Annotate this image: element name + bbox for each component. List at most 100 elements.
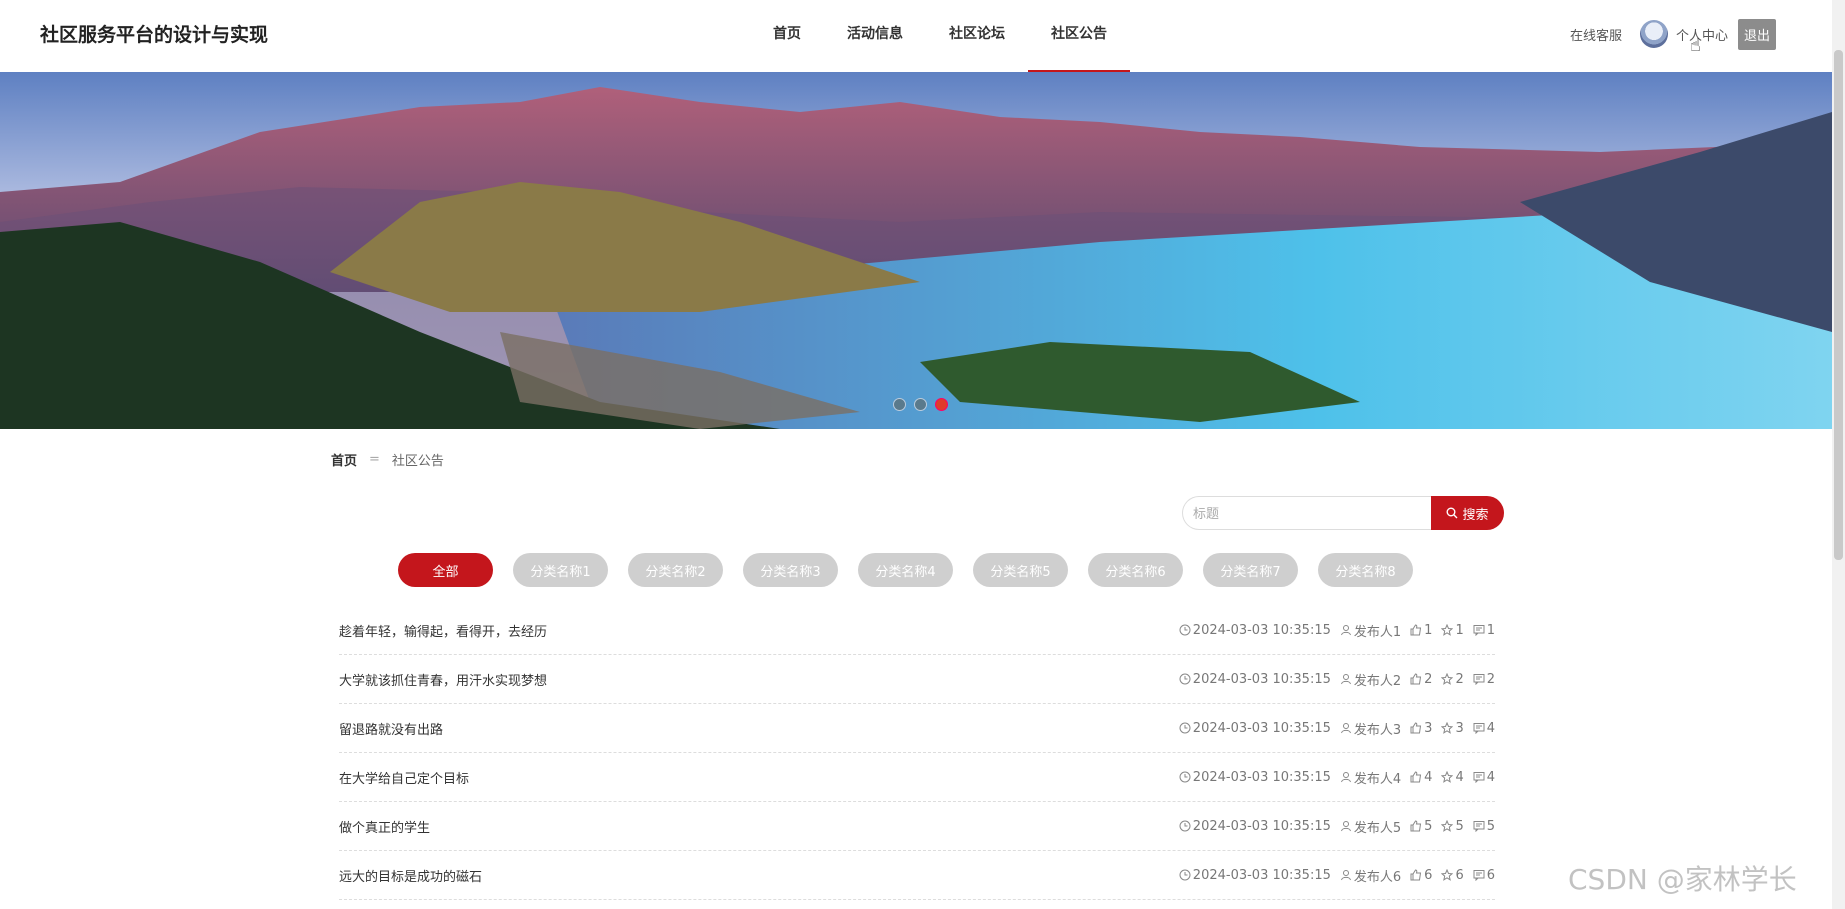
item-likes: 6 xyxy=(1424,867,1433,883)
star-icon xyxy=(1441,771,1454,783)
profile-center-label: 个人中心 xyxy=(1676,28,1729,44)
nav-item-activities[interactable]: 活动信息 xyxy=(824,0,926,72)
item-author: 发布人3 xyxy=(1353,722,1402,738)
carousel-dots xyxy=(893,398,948,411)
item-time: 2024-03-03 10:35:15 xyxy=(1192,622,1331,638)
category-7[interactable]: 分类名称7 xyxy=(1203,553,1298,587)
item-favorites: 2 xyxy=(1455,671,1464,687)
search-input[interactable] xyxy=(1182,496,1431,530)
thumbs-up-icon xyxy=(1410,771,1422,783)
breadcrumb-home[interactable]: 首页 xyxy=(331,450,357,469)
item-time: 2024-03-03 10:35:15 xyxy=(1192,818,1331,834)
item-favorites: 3 xyxy=(1455,720,1464,736)
list-item[interactable]: 趁着年轻，输得起，看得开，去经历 2024-03-03 10:35:15 发布人… xyxy=(339,606,1495,655)
item-title[interactable]: 大学就该抓住青春，用汗水实现梦想 xyxy=(339,670,547,689)
item-author: 发布人4 xyxy=(1353,771,1402,787)
nav-item-forum[interactable]: 社区论坛 xyxy=(926,0,1028,72)
star-icon xyxy=(1441,722,1454,734)
search-button-label: 搜索 xyxy=(1462,507,1489,523)
thumbs-up-icon xyxy=(1410,820,1422,832)
category-5[interactable]: 分类名称5 xyxy=(973,553,1068,587)
item-meta: 2024-03-03 10:35:15 发布人6 6 6 6 xyxy=(1179,866,1495,885)
header-tools: 在线客服 个人中心 ☝ 退出 xyxy=(1570,16,1777,56)
thumbs-up-icon xyxy=(1410,722,1422,734)
clock-icon xyxy=(1179,722,1191,734)
profile-center-link[interactable]: 个人中心 ☝ xyxy=(1676,25,1729,56)
item-author: 发布人1 xyxy=(1353,624,1402,640)
list-item[interactable]: 大学就该抓住青春，用汗水实现梦想 2024-03-03 10:35:15 发布人… xyxy=(339,655,1495,704)
carousel-dot-2[interactable] xyxy=(914,398,927,411)
scrollbar-thumb[interactable] xyxy=(1834,50,1843,560)
nav-item-home[interactable]: 首页 xyxy=(750,0,824,72)
search-bar: 搜索 xyxy=(1182,496,1504,530)
breadcrumb-separator: = xyxy=(369,452,380,467)
pointer-cursor-icon: ☝ xyxy=(1690,34,1701,56)
category-filter: 全部 分类名称1 分类名称2 分类名称3 分类名称4 分类名称5 分类名称6 分… xyxy=(398,553,1413,587)
top-header: 社区服务平台的设计与实现 首页 活动信息 社区论坛 社区公告 在线客服 个人中心… xyxy=(0,0,1832,73)
user-icon xyxy=(1340,772,1351,783)
item-author: 发布人6 xyxy=(1353,869,1402,885)
item-time: 2024-03-03 10:35:15 xyxy=(1192,720,1331,736)
item-likes: 5 xyxy=(1424,818,1433,834)
item-comments: 1 xyxy=(1486,622,1495,638)
user-icon xyxy=(1340,870,1351,881)
item-likes: 4 xyxy=(1424,769,1433,785)
item-time: 2024-03-03 10:35:15 xyxy=(1192,769,1331,785)
carousel-dot-3[interactable] xyxy=(935,398,948,411)
category-6[interactable]: 分类名称6 xyxy=(1088,553,1183,587)
category-3[interactable]: 分类名称3 xyxy=(743,553,838,587)
star-icon xyxy=(1441,820,1454,832)
carousel-dot-1[interactable] xyxy=(893,398,906,411)
category-4[interactable]: 分类名称4 xyxy=(858,553,953,587)
user-icon xyxy=(1340,821,1351,832)
item-time: 2024-03-03 10:35:15 xyxy=(1192,671,1331,687)
list-item[interactable]: 留退路就没有出路 2024-03-03 10:35:15 发布人3 3 3 4 xyxy=(339,704,1495,753)
comment-icon xyxy=(1473,821,1485,832)
clock-icon xyxy=(1179,771,1191,783)
category-1[interactable]: 分类名称1 xyxy=(513,553,608,587)
category-2[interactable]: 分类名称2 xyxy=(628,553,723,587)
comment-icon xyxy=(1473,870,1485,881)
search-button[interactable]: 搜索 xyxy=(1431,496,1504,530)
online-service-link[interactable]: 在线客服 xyxy=(1570,25,1622,44)
comment-icon xyxy=(1473,772,1485,783)
clock-icon xyxy=(1179,820,1191,832)
item-favorites: 5 xyxy=(1455,818,1464,834)
avatar[interactable] xyxy=(1640,20,1669,48)
item-meta: 2024-03-03 10:35:15 发布人4 4 4 4 xyxy=(1179,768,1495,787)
item-comments: 4 xyxy=(1486,769,1495,785)
item-title[interactable]: 留退路就没有出路 xyxy=(339,719,443,738)
item-title[interactable]: 在大学给自己定个目标 xyxy=(339,768,469,787)
item-favorites: 6 xyxy=(1455,867,1464,883)
announcement-list: 趁着年轻，输得起，看得开，去经历 2024-03-03 10:35:15 发布人… xyxy=(339,606,1495,900)
item-title[interactable]: 远大的目标是成功的磁石 xyxy=(339,866,482,885)
category-8[interactable]: 分类名称8 xyxy=(1318,553,1413,587)
item-favorites: 1 xyxy=(1455,622,1464,638)
item-author: 发布人2 xyxy=(1353,673,1402,689)
breadcrumb: 首页 = 社区公告 xyxy=(331,450,444,469)
star-icon xyxy=(1441,869,1454,881)
watermark: CSDN @家林学长 xyxy=(1568,863,1797,896)
breadcrumb-current: 社区公告 xyxy=(391,454,444,469)
item-title[interactable]: 趁着年轻，输得起，看得开，去经历 xyxy=(339,621,547,640)
item-likes: 3 xyxy=(1424,720,1433,736)
list-item[interactable]: 在大学给自己定个目标 2024-03-03 10:35:15 发布人4 4 4 … xyxy=(339,753,1495,802)
banner-carousel[interactable] xyxy=(0,72,1832,429)
list-item[interactable]: 做个真正的学生 2024-03-03 10:35:15 发布人5 5 5 5 xyxy=(339,802,1495,851)
list-item[interactable]: 远大的目标是成功的磁石 2024-03-03 10:35:15 发布人6 6 6… xyxy=(339,851,1495,900)
search-icon xyxy=(1446,507,1458,519)
star-icon xyxy=(1441,673,1454,685)
page-scrollbar[interactable] xyxy=(1832,0,1845,909)
item-likes: 2 xyxy=(1424,671,1433,687)
nav-item-announcements[interactable]: 社区公告 xyxy=(1028,0,1130,73)
item-comments: 6 xyxy=(1486,867,1495,883)
item-meta: 2024-03-03 10:35:15 发布人2 2 2 2 xyxy=(1179,670,1495,689)
logout-button[interactable]: 退出 xyxy=(1738,18,1777,50)
item-comments: 5 xyxy=(1486,818,1495,834)
item-author: 发布人5 xyxy=(1353,820,1402,836)
item-title[interactable]: 做个真正的学生 xyxy=(339,817,430,836)
clock-icon xyxy=(1179,869,1191,881)
thumbs-up-icon xyxy=(1410,673,1422,685)
item-comments: 4 xyxy=(1486,720,1495,736)
category-all[interactable]: 全部 xyxy=(398,553,493,587)
